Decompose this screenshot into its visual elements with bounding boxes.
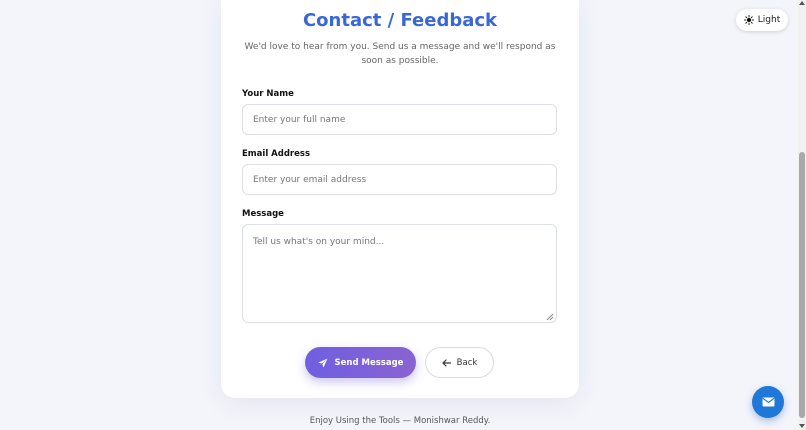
- envelope-icon: [761, 397, 775, 407]
- name-input[interactable]: [242, 104, 557, 135]
- name-label: Your Name: [242, 89, 294, 99]
- email-input[interactable]: [242, 164, 557, 195]
- message-textarea[interactable]: [242, 224, 557, 323]
- send-message-button[interactable]: Send Message: [305, 347, 416, 378]
- message-label: Message: [242, 209, 284, 219]
- sun-icon: [743, 15, 754, 25]
- paper-plane-icon: [318, 358, 328, 367]
- scroll-up-arrow-icon[interactable]: [799, 1, 805, 5]
- back-label: Back: [456, 357, 478, 368]
- back-button[interactable]: Back: [425, 347, 494, 378]
- theme-toggle-button[interactable]: Light: [736, 9, 788, 31]
- footer-text: Enjoy Using the Tools — Monishwar Reddy.: [309, 416, 491, 426]
- theme-toggle-label: Light: [757, 15, 781, 25]
- contact-fab-button[interactable]: [752, 386, 784, 418]
- scroll-down-arrow-icon[interactable]: [799, 424, 805, 428]
- scrollbar-thumb[interactable]: [799, 152, 805, 418]
- contact-form-card: Contact / Feedback We'd love to hear fro…: [221, 0, 579, 398]
- scrollbar[interactable]: [798, 0, 806, 430]
- page-subtitle: We'd love to hear from you. Send us a me…: [244, 42, 556, 66]
- send-message-label: Send Message: [334, 357, 404, 368]
- page-title: Contact / Feedback: [302, 10, 498, 31]
- resize-grip-icon[interactable]: [546, 313, 554, 321]
- email-label: Email Address: [242, 149, 311, 159]
- arrow-left-icon: [442, 358, 451, 367]
